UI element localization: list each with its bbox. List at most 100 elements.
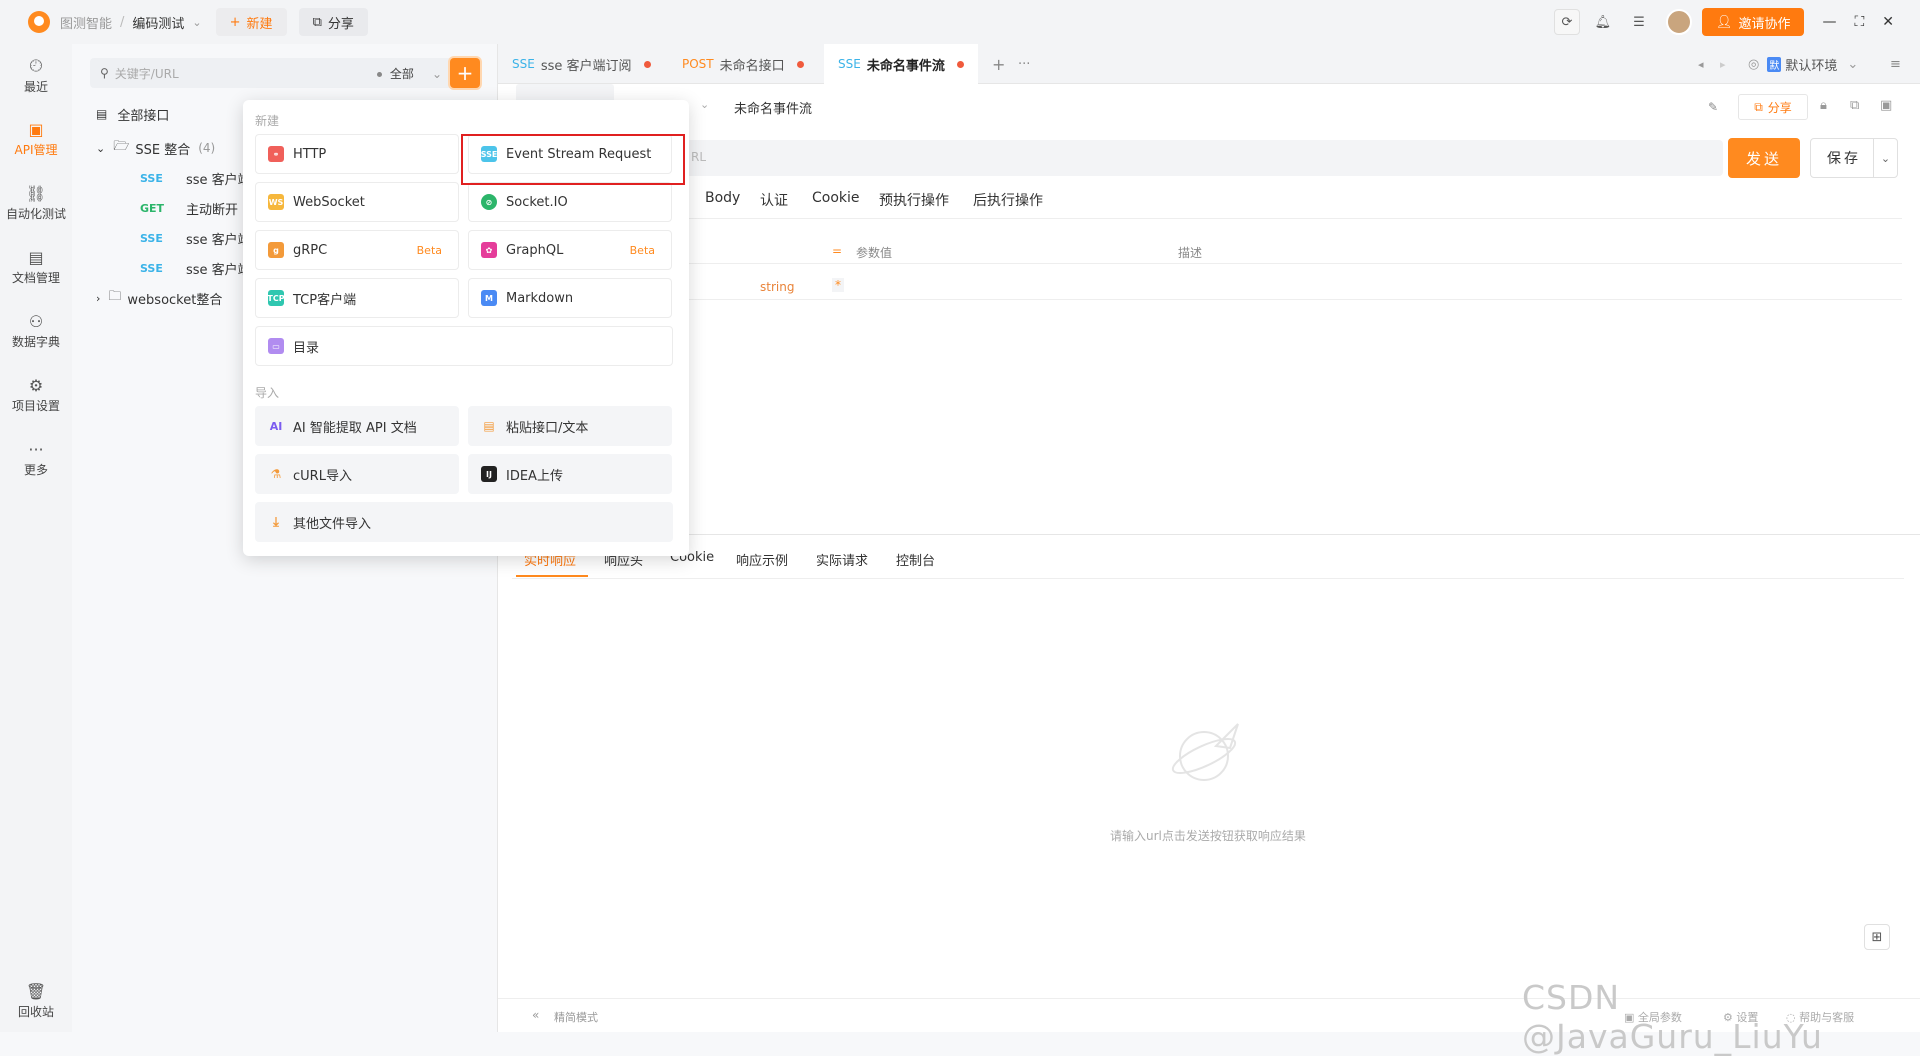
menu-item-file-import[interactable]: ⤓ 其他文件导入 — [255, 502, 673, 542]
tree-item[interactable]: GET 主动断开 — [140, 196, 238, 220]
lock-icon[interactable]: 🔒︎ — [1820, 98, 1827, 113]
tab-post-script[interactable]: 后执行操作 — [973, 190, 1043, 210]
chevron-down-icon[interactable]: ⌄ — [1873, 139, 1897, 177]
double-chevron-left-icon[interactable]: « — [532, 1008, 539, 1022]
share-button[interactable]: ⧉ 分享 — [1738, 94, 1808, 120]
notes-icon[interactable]: ☰ — [1626, 9, 1652, 35]
breadcrumb-project[interactable]: 编码测试 — [132, 13, 184, 32]
desc-header: 描述 — [1178, 246, 1203, 260]
copy-icon[interactable]: ⧉ — [1850, 98, 1859, 113]
tab-scroll-right-icon[interactable]: ▸ — [1720, 44, 1726, 84]
tab-scroll-left-icon[interactable]: ◂ — [1698, 44, 1704, 84]
socketio-icon: ⊘ — [481, 194, 497, 210]
app-logo[interactable] — [28, 11, 50, 33]
menu-item-idea-upload[interactable]: IJ IDEA上传 — [468, 454, 672, 494]
bell-icon[interactable]: 🔔︎ — [1590, 9, 1616, 35]
tab-sse-subscribe[interactable]: SSE sse 客户端订阅 — [512, 44, 651, 84]
sync-icon[interactable]: ⟳ — [1553, 9, 1580, 35]
folder-icon: 🗀︎ — [108, 289, 122, 304]
send-button[interactable]: 发送 — [1728, 138, 1800, 178]
chevron-down-icon[interactable]: ⌄ — [192, 16, 201, 29]
dict-icon: ⚇ — [28, 312, 44, 331]
menu-item-markdown[interactable]: M Markdown — [468, 278, 672, 318]
tab-sse-unnamed[interactable]: SSE 未命名事件流 — [824, 44, 978, 84]
request-title[interactable]: 未命名事件流 — [734, 98, 812, 117]
breadcrumb-team[interactable]: 图测智能 — [60, 13, 112, 32]
highlight-box — [461, 134, 685, 185]
save-button[interactable]: 保存 ⌄ — [1810, 138, 1898, 178]
chevron-down-icon[interactable]: ⌄ — [700, 98, 709, 111]
edit-icon[interactable]: ✎ — [1708, 100, 1718, 114]
response-splitter[interactable] — [498, 534, 1920, 535]
equals-icon: = — [832, 244, 843, 258]
nav-api[interactable]: ▣ API管理 — [0, 120, 72, 158]
menu-icon[interactable]: ≡ — [1890, 44, 1901, 84]
tab-actual-request[interactable]: 实际请求 — [816, 550, 868, 569]
param-value-header: 参数值 — [856, 246, 893, 260]
nav-settings[interactable]: ⚙ 项目设置 — [0, 376, 72, 414]
new-button[interactable]: + 新建 — [215, 8, 287, 36]
env-select[interactable]: ◎ 默默认环境 ⌄ — [1748, 44, 1858, 84]
layout-icon[interactable]: ⊞ — [1864, 924, 1890, 950]
nav-more[interactable]: ··· 更多 — [0, 440, 72, 478]
graphql-icon: ✿ — [481, 242, 497, 258]
nav-dict[interactable]: ⚇ 数据字典 — [0, 312, 72, 350]
add-button[interactable]: + — [450, 58, 480, 88]
required-mark[interactable]: * — [832, 278, 844, 292]
tree-item[interactable]: SSE sse 客户端 — [140, 166, 251, 190]
tree-item[interactable]: SSE sse 客户端 — [140, 226, 251, 250]
trash-icon: 🗑︎ — [25, 982, 47, 1001]
nav-trash[interactable]: 🗑︎ 回收站 — [0, 982, 72, 1020]
menu-item-grpc[interactable]: g gRPC Beta — [255, 230, 459, 270]
folder-icon: ▭ — [268, 338, 284, 354]
menu-item-tcp[interactable]: TCP TCP客户端 — [255, 278, 459, 318]
add-tab-button[interactable]: + — [992, 44, 1005, 84]
nav-recent[interactable]: 🕘︎ 最近 — [0, 56, 72, 95]
nav-auto-test[interactable]: ⛓ 自动化测试 — [0, 184, 72, 222]
beta-badge: Beta — [629, 243, 655, 257]
save-disk-icon[interactable]: ▣ — [1880, 98, 1892, 113]
env-badge: 默 — [1767, 56, 1782, 72]
menu-item-ai-import[interactable]: AI AI 智能提取 API 文档 — [255, 406, 459, 446]
download-icon: ⤓ — [273, 514, 279, 530]
unsaved-dot — [796, 60, 804, 68]
maximize-icon[interactable]: ⛶ — [1854, 14, 1864, 30]
plus-icon: + — [229, 14, 241, 30]
top-bar: 图测智能 / 编码测试 ⌄ + 新建 ⧉ 分享 ⟳ 🔔︎ ☰ 👤︎ 邀请协作 — ⛶ … — [0, 0, 1920, 44]
invite-button[interactable]: 👤︎ 邀请协作 — [1701, 8, 1805, 36]
share-button[interactable]: ⧉ 分享 — [298, 8, 368, 36]
tab-pre-script[interactable]: 预执行操作 — [879, 190, 949, 210]
http-icon: ⚭ — [268, 146, 284, 162]
param-type[interactable]: string — [760, 280, 794, 294]
tree-folder-sse[interactable]: ⌄ 🗁︎ SSE 整合 (4) — [96, 136, 215, 160]
tree-all-apis[interactable]: ▤ 全部接口 — [96, 102, 169, 126]
compact-mode-button[interactable]: 精简模式 — [554, 1009, 598, 1025]
tab-post-unnamed[interactable]: POST 未命名接口 — [682, 44, 804, 84]
nav-docs[interactable]: ▤ 文档管理 — [0, 248, 72, 286]
beta-badge: Beta — [416, 243, 442, 257]
tabs-more-button[interactable]: ··· — [1018, 44, 1030, 84]
menu-item-http[interactable]: ⚭ HTTP — [255, 134, 459, 174]
filter-select[interactable]: 全部 ⌄ — [376, 65, 442, 82]
active-tab-indicator — [516, 575, 588, 577]
tree-item[interactable]: SSE sse 客户端 — [140, 256, 251, 280]
tab-response-example[interactable]: 响应示例 — [736, 550, 788, 569]
tab-cookie[interactable]: Cookie — [812, 190, 860, 206]
menu-item-socketio[interactable]: ⊘ Socket.IO — [468, 182, 672, 222]
tab-auth[interactable]: 认证 — [760, 190, 788, 210]
rocket-planet-icon — [1171, 723, 1239, 781]
tab-body[interactable]: Body — [705, 190, 740, 206]
minimize-icon[interactable]: — — [1822, 14, 1836, 30]
menu-item-folder[interactable]: ▭ 目录 — [255, 326, 673, 366]
markdown-icon: M — [481, 290, 497, 306]
menu-item-websocket[interactable]: WS WebSocket — [255, 182, 459, 222]
avatar[interactable] — [1665, 9, 1692, 35]
tree-folder-websocket[interactable]: › 🗀︎ websocket整合 — [96, 286, 222, 310]
menu-item-graphql[interactable]: ✿ GraphQL Beta — [468, 230, 672, 270]
tab-console[interactable]: 控制台 — [896, 550, 935, 569]
menu-item-paste-import[interactable]: ▤ 粘贴接口/文本 — [468, 406, 672, 446]
search-input[interactable]: ⚲ 关键字/URL 全部 ⌄ — [90, 58, 456, 88]
close-icon[interactable]: ✕ — [1882, 14, 1894, 30]
menu-item-curl-import[interactable]: ⚗ cURL导入 — [255, 454, 459, 494]
chevron-right-icon: › — [96, 291, 101, 305]
